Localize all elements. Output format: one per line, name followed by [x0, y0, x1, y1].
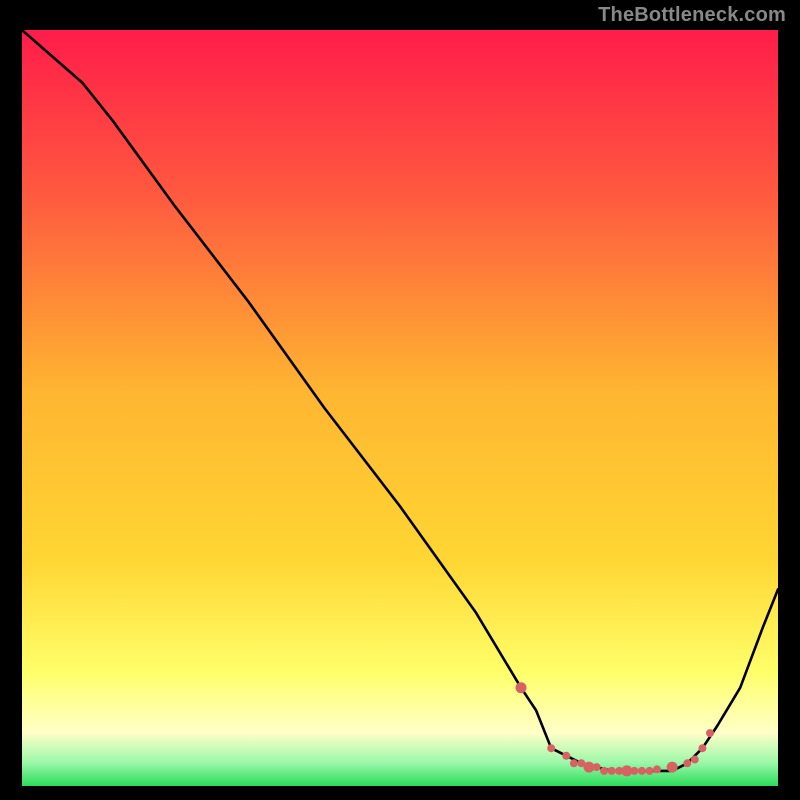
chart-svg	[22, 30, 778, 786]
plot-area	[22, 30, 778, 786]
sweet-spot-point	[646, 767, 654, 775]
sweet-spot-point	[653, 765, 661, 773]
sweet-spot-point	[706, 729, 714, 737]
sweet-spot-point	[630, 767, 638, 775]
sweet-spot-point	[698, 744, 706, 752]
sweet-spot-point	[547, 744, 555, 752]
sweet-spot-point	[600, 767, 608, 775]
watermark-text: TheBottleneck.com	[598, 4, 786, 27]
sweet-spot-point	[593, 763, 601, 771]
sweet-spot-point	[562, 752, 570, 760]
sweet-spot-point	[691, 756, 699, 764]
sweet-spot-point	[638, 767, 646, 775]
sweet-spot-point	[608, 767, 616, 775]
gradient-background	[22, 30, 778, 786]
sweet-spot-point	[667, 762, 678, 773]
sweet-spot-point	[516, 682, 527, 693]
chart-frame: TheBottleneck.com	[0, 0, 800, 800]
sweet-spot-point	[683, 759, 691, 767]
sweet-spot-point	[570, 759, 578, 767]
